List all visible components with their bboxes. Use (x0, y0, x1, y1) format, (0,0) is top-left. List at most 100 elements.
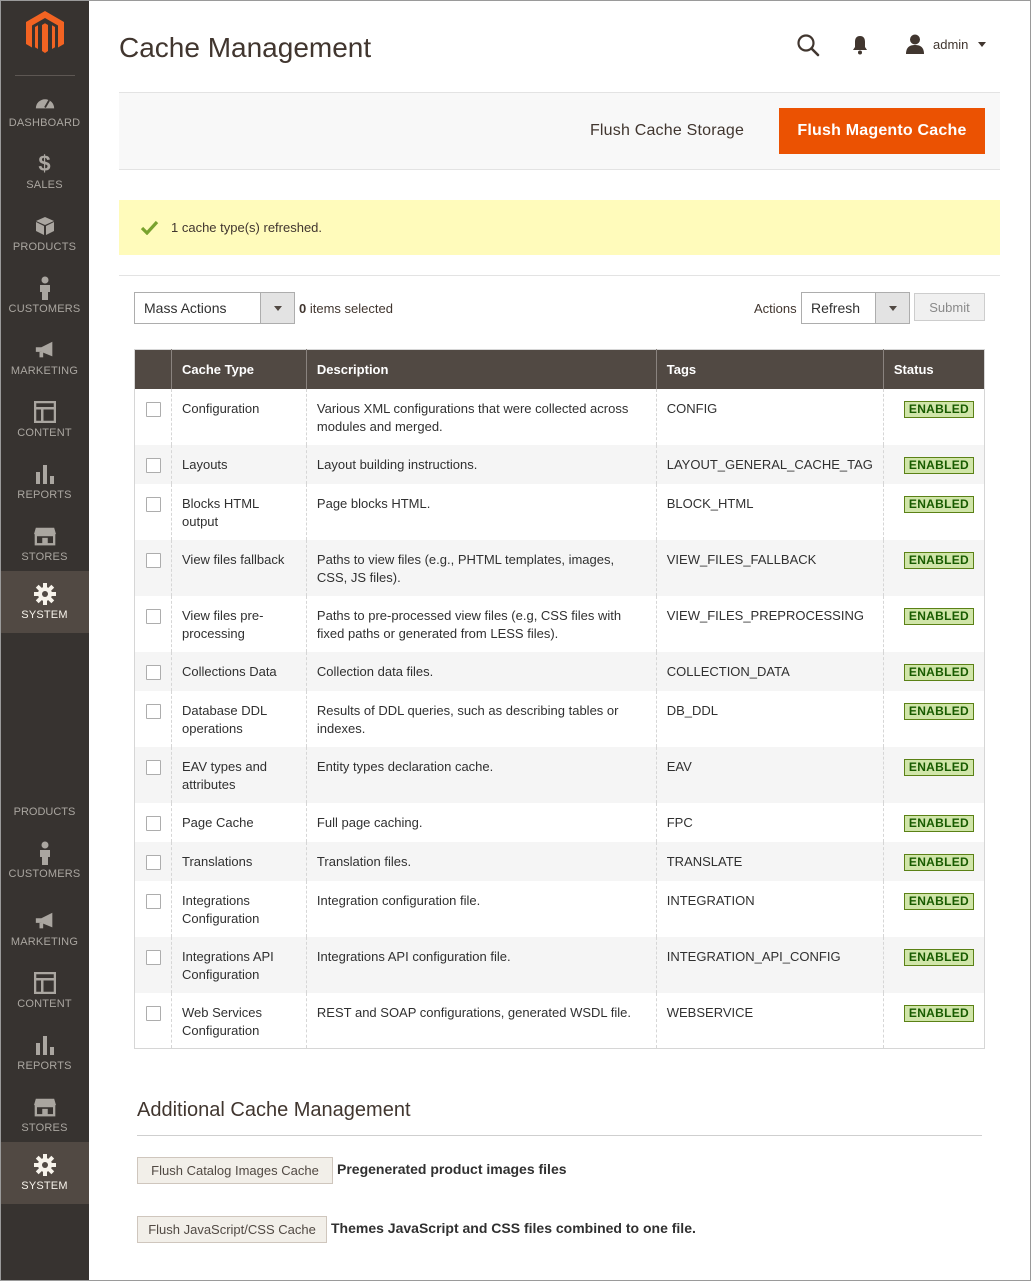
user-menu[interactable]: admin (905, 34, 987, 54)
mass-actions-label: Mass Actions (144, 300, 227, 316)
status-badge-cell: ENABLED (882, 539, 985, 596)
cache-type-cell: Web Services Configuration (171, 992, 307, 1049)
nav-customers[interactable]: CUSTOMERS (0, 273, 89, 335)
row-checkbox[interactable] (146, 949, 161, 965)
status-badge-cell: ENABLED (882, 841, 985, 881)
nav-system-2[interactable]: SYSTEM (0, 1142, 89, 1204)
nav-reports[interactable]: REPORTS (0, 459, 89, 521)
flush-catalog-images-button[interactable]: Flush Catalog Images Cache (137, 1157, 333, 1184)
nav-label: REPORTS (17, 489, 72, 501)
status-badge: ENABLED (903, 456, 974, 474)
row-checkbox[interactable] (146, 552, 161, 568)
row-select-cell (134, 841, 172, 881)
status-badge-cell: ENABLED (882, 444, 985, 484)
bell-icon[interactable] (851, 35, 869, 60)
tags-cell: INTEGRATION (655, 880, 884, 937)
nav-system[interactable]: SYSTEM (0, 571, 89, 633)
status-badge: ENABLED (903, 758, 974, 776)
actions-label: Actions (754, 301, 797, 316)
status-badge-cell: ENABLED (882, 880, 985, 937)
success-message: 1 cache type(s) refreshed. (119, 200, 1000, 255)
description-cell: Paths to view files (e.g., PHTML templat… (305, 539, 657, 596)
flush-cache-storage-button[interactable]: Flush Cache Storage (576, 108, 758, 154)
row-checkbox[interactable] (146, 854, 161, 870)
description: Paths to pre-processed view files (e.g, … (316, 607, 622, 641)
tags-cell: INTEGRATION_API_CONFIG (655, 936, 884, 993)
description-cell: Layout building instructions. (305, 444, 657, 484)
tags: DB_DDL (666, 702, 719, 718)
row-checkbox[interactable] (146, 496, 161, 512)
table-row: Integrations API Configuration Integratio… (134, 936, 985, 993)
nav-dashboard[interactable]: DASHBOARD (0, 87, 89, 149)
description-cell: REST and SOAP configurations, generated … (305, 992, 657, 1049)
row-checkbox[interactable] (146, 664, 161, 680)
tags: FPC (666, 814, 693, 830)
submit-button[interactable]: Submit (914, 293, 985, 321)
flush-magento-cache-button[interactable]: Flush Magento Cache (779, 108, 985, 154)
nav-sales[interactable]: $ SALES (0, 149, 89, 211)
tags-cell: EAV (655, 746, 884, 803)
logo-divider (15, 75, 75, 76)
column-header-status: Status (882, 349, 985, 389)
flush-js-css-button[interactable]: Flush JavaScript/CSS Cache (137, 1216, 327, 1243)
status-badge-cell: ENABLED (882, 595, 985, 652)
megaphone-icon (34, 339, 56, 361)
nav-customers-2[interactable]: CUSTOMERS (0, 838, 89, 900)
row-checkbox[interactable] (146, 401, 161, 417)
tags: VIEW_FILES_FALLBACK (666, 551, 817, 567)
cache-type: Blocks HTML output (182, 495, 259, 529)
row-select-cell (134, 651, 172, 691)
cache-type-cell: Database DDL operations (171, 690, 307, 747)
cache-type: Configuration (182, 400, 260, 416)
search-icon[interactable] (796, 33, 820, 62)
nav-reports-2[interactable]: REPORTS (0, 1030, 89, 1092)
table-row: Translations Translation files. TRANSLATE E… (134, 841, 985, 881)
nav-content-2[interactable]: CONTENT (0, 968, 89, 1030)
person-icon (34, 841, 56, 865)
nav-label: MARKETING (10, 936, 79, 948)
cache-type-cell: Integrations Configuration (171, 880, 307, 937)
status-badge: ENABLED (903, 495, 974, 513)
cache-type: Integrations API Configuration (182, 948, 274, 982)
row-checkbox[interactable] (146, 759, 161, 775)
cache-type-cell: View files pre-processing (171, 595, 307, 652)
catalog-images-description: Pregenerated product images files (337, 1161, 567, 1177)
magento-logo-icon[interactable] (26, 11, 64, 53)
row-checkbox[interactable] (146, 608, 161, 624)
mass-actions-select[interactable]: Mass Actions (134, 292, 295, 324)
megaphone-icon (34, 910, 56, 932)
status-badge-cell: ENABLED (882, 483, 985, 540)
cache-type-cell: Blocks HTML output (171, 483, 307, 540)
nav-marketing-2[interactable]: MARKETING (0, 906, 89, 968)
status-badge-cell: ENABLED (882, 651, 985, 691)
nav-content[interactable]: CONTENT (0, 397, 89, 459)
row-checkbox[interactable] (146, 1005, 161, 1021)
status-badge-cell: ENABLED (882, 690, 985, 747)
tags: TRANSLATE (666, 853, 743, 869)
row-checkbox[interactable] (146, 893, 161, 909)
cache-type-cell: Configuration (171, 388, 307, 445)
nav-products-text[interactable]: PRODUCTS (0, 806, 89, 818)
column-header-select[interactable] (134, 349, 172, 389)
nav-label: REPORTS (17, 1060, 72, 1072)
row-checkbox[interactable] (146, 457, 161, 473)
divider (119, 275, 1000, 276)
user-name: admin (933, 36, 969, 52)
row-checkbox[interactable] (146, 815, 161, 831)
nav-products[interactable]: PRODUCTS (0, 211, 89, 273)
box-icon (34, 215, 56, 237)
tags-cell: LAYOUT_GENERAL_CACHE_TAG (655, 444, 884, 484)
table-row: Integrations Configuration Integration co… (134, 880, 985, 937)
cache-type-cell: Page Cache (171, 802, 307, 842)
actions-select[interactable]: Refresh (801, 292, 910, 324)
row-select-cell (134, 388, 172, 445)
nav-marketing[interactable]: MARKETING (0, 335, 89, 397)
status-badge: ENABLED (903, 400, 974, 418)
row-checkbox[interactable] (146, 703, 161, 719)
nav-label: SYSTEM (21, 609, 68, 621)
description-cell: Integrations API configuration file. (305, 936, 657, 993)
nav-label: CONTENT (17, 427, 72, 439)
cache-type: Integrations Configuration (182, 892, 260, 926)
tags: INTEGRATION_API_CONFIG (666, 948, 841, 964)
page-title: Cache Management (119, 32, 372, 63)
